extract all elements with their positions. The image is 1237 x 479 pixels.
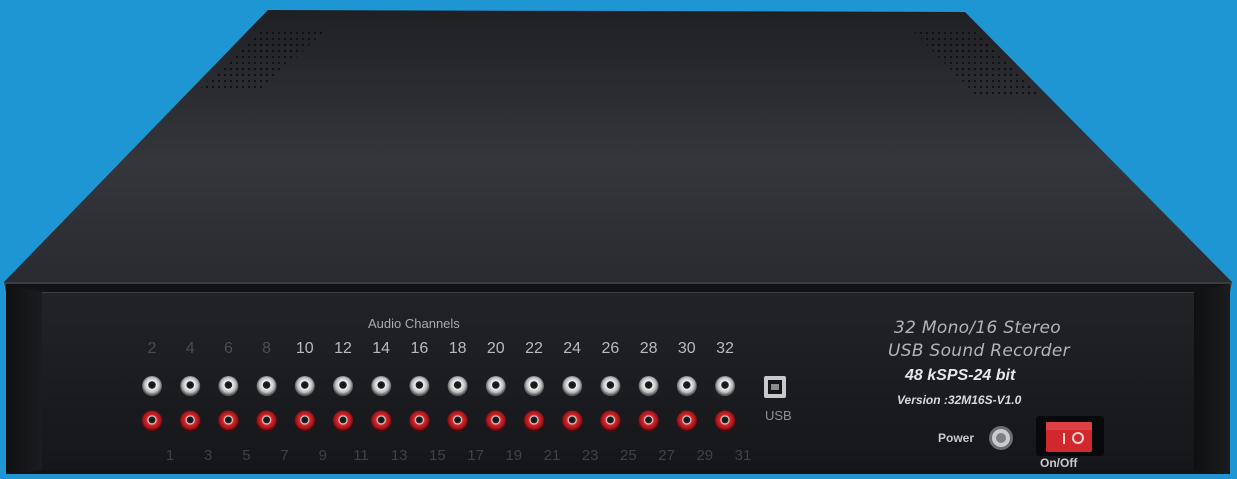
channel-number-26: 26 bbox=[601, 340, 620, 357]
channel-number-1: 1 bbox=[165, 447, 175, 464]
channel-number-32: 32 bbox=[716, 340, 734, 357]
usb-label: USB bbox=[765, 408, 792, 423]
spec-line: 48 kSPS-24 bit bbox=[905, 367, 1016, 384]
channel-number-20: 20 bbox=[486, 340, 505, 357]
rca-jack-ch18 bbox=[447, 376, 468, 396]
rca-jack-ch28 bbox=[638, 376, 659, 396]
rca-jack-ch3 bbox=[179, 410, 201, 432]
rca-jack-ch12 bbox=[333, 376, 353, 396]
rca-jack-ch24 bbox=[562, 376, 583, 396]
rca-jack-ch10 bbox=[294, 376, 315, 396]
rca-jack-ch32 bbox=[715, 376, 735, 396]
rca-jack-ch15 bbox=[408, 410, 430, 432]
channel-number-17: 17 bbox=[467, 447, 484, 464]
channel-number-28: 28 bbox=[639, 340, 658, 357]
switch-label: On/Off bbox=[1040, 456, 1078, 470]
channel-number-15: 15 bbox=[429, 447, 446, 464]
channel-number-3: 3 bbox=[204, 447, 213, 464]
chassis-top bbox=[4, 10, 1232, 282]
model-line-2: USB Sound Recorder bbox=[888, 341, 1070, 361]
channel-number-8: 8 bbox=[262, 340, 272, 357]
channel-number-12: 12 bbox=[334, 340, 352, 357]
rca-jack-ch16 bbox=[409, 376, 430, 396]
rca-jack-ch2 bbox=[142, 376, 162, 396]
rca-jack-ch25 bbox=[599, 410, 621, 432]
channel-number-5: 5 bbox=[242, 447, 251, 464]
rca-jack-ch17 bbox=[447, 410, 469, 432]
power-label: Power bbox=[938, 431, 975, 445]
power-knob bbox=[989, 426, 1013, 450]
rca-jack-ch19 bbox=[485, 410, 507, 432]
channel-number-24: 24 bbox=[563, 340, 582, 357]
channel-number-22: 22 bbox=[525, 340, 543, 357]
rca-jack-ch31 bbox=[714, 410, 736, 432]
channel-number-23: 23 bbox=[581, 447, 599, 464]
channel-number-19: 19 bbox=[505, 447, 523, 464]
rca-jack-ch22 bbox=[524, 376, 544, 396]
rca-jack-ch26 bbox=[600, 376, 621, 396]
rca-jack-ch5 bbox=[217, 410, 239, 432]
rca-jack-ch9 bbox=[294, 410, 316, 432]
rca-jack-ch27 bbox=[638, 410, 660, 432]
rca-jack-ch1 bbox=[141, 410, 163, 432]
audio-channels-label: Audio Channels bbox=[368, 316, 460, 331]
rca-jack-ch4 bbox=[180, 376, 201, 396]
rca-jack-ch29 bbox=[676, 410, 698, 432]
power-switch bbox=[1036, 416, 1104, 456]
rca-jack-ch21 bbox=[523, 410, 545, 432]
version-line: Version :32M16S-V1.0 bbox=[897, 393, 1022, 407]
usb-port bbox=[764, 376, 786, 398]
channel-number-9: 9 bbox=[318, 447, 327, 464]
channel-number-7: 7 bbox=[280, 447, 289, 464]
channel-number-18: 18 bbox=[448, 340, 467, 357]
channel-number-2: 2 bbox=[147, 340, 157, 357]
rca-jack-ch30 bbox=[676, 376, 697, 396]
channel-number-10: 10 bbox=[295, 340, 314, 357]
channel-number-30: 30 bbox=[677, 340, 696, 357]
rca-jack-ch14 bbox=[371, 376, 392, 396]
rca-jack-ch20 bbox=[485, 376, 506, 396]
channel-number-11: 11 bbox=[353, 447, 369, 464]
channel-number-16: 16 bbox=[410, 340, 429, 357]
channel-number-4: 4 bbox=[185, 340, 195, 357]
channel-number-21: 21 bbox=[543, 447, 561, 464]
model-line-1: 32 Mono/16 Stereo bbox=[894, 318, 1061, 338]
rca-jack-ch6 bbox=[218, 376, 239, 396]
channel-number-25: 25 bbox=[620, 447, 637, 464]
channel-number-13: 13 bbox=[390, 447, 408, 464]
rca-jack-ch23 bbox=[561, 410, 583, 432]
channel-number-6: 6 bbox=[223, 340, 233, 357]
rca-jack-ch11 bbox=[332, 410, 354, 432]
channel-number-27: 27 bbox=[658, 447, 675, 464]
channel-number-31: 31 bbox=[734, 447, 752, 464]
recorder-device-photo bbox=[4, 10, 1232, 474]
rca-jack-ch13 bbox=[370, 410, 392, 432]
rca-jack-ch7 bbox=[256, 410, 278, 432]
channel-number-29: 29 bbox=[696, 447, 714, 464]
rca-jack-ch8 bbox=[256, 376, 277, 396]
channel-number-14: 14 bbox=[372, 340, 391, 357]
